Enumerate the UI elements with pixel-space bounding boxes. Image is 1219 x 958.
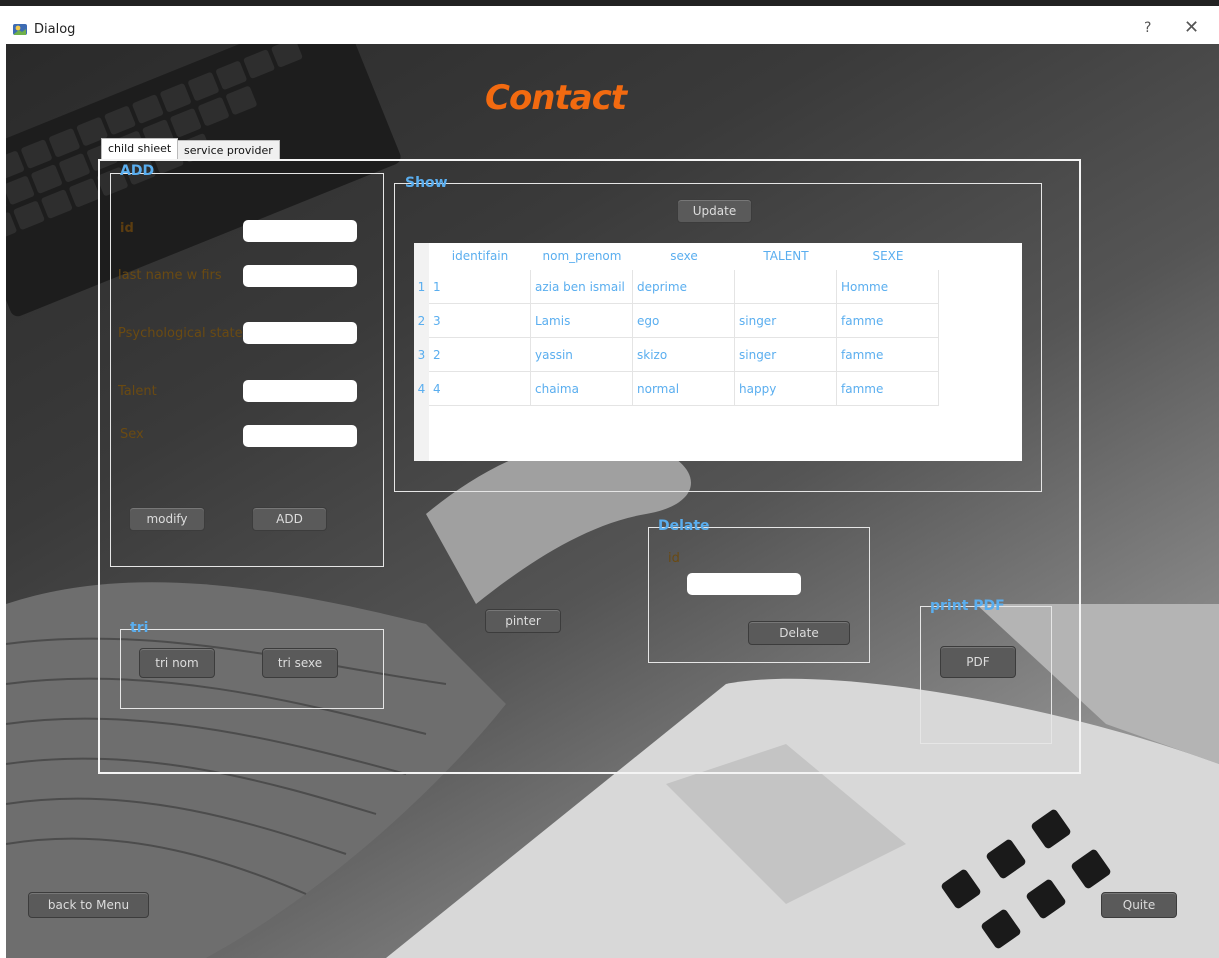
talent-label: Talent <box>118 384 157 399</box>
column-header[interactable]: SEXE <box>837 243 939 267</box>
table-cell[interactable]: deprime <box>633 270 735 304</box>
page-heading: Contact <box>485 78 627 118</box>
quit-button[interactable]: Quite <box>1101 892 1177 918</box>
table-cell[interactable]: normal <box>633 372 735 406</box>
row-number[interactable]: 3 <box>414 338 429 372</box>
table-cell[interactable]: 2 <box>429 338 531 372</box>
table-cell[interactable]: 1 <box>429 270 531 304</box>
back-to-menu-button[interactable]: back to Menu <box>28 892 149 918</box>
column-header[interactable]: nom_prenom <box>531 243 633 267</box>
pdf-button[interactable]: PDF <box>940 646 1016 678</box>
id-field[interactable] <box>243 220 357 242</box>
pdf-group-title: print PDF <box>930 598 1005 614</box>
id-label: id <box>120 221 134 236</box>
table-cell[interactable]: famme <box>837 304 939 338</box>
title-bar: Dialog ? ✕ <box>0 0 1219 44</box>
help-button[interactable]: ? <box>1144 20 1151 36</box>
table-cell[interactable]: yassin <box>531 338 633 372</box>
window-title: Dialog <box>34 22 76 37</box>
table-cell[interactable]: ego <box>633 304 735 338</box>
close-button[interactable]: ✕ <box>1184 17 1199 38</box>
records-table[interactable]: identifain nom_prenom sexe TALENT SEXE 1… <box>414 243 1022 461</box>
row-number[interactable]: 2 <box>414 304 429 338</box>
table-cell[interactable]: happy <box>735 372 837 406</box>
delete-button[interactable]: Delate <box>748 621 850 645</box>
table-cell[interactable]: azia ben ismail <box>531 270 633 304</box>
table-cell[interactable]: Lamis <box>531 304 633 338</box>
table-cell[interactable]: famme <box>837 338 939 372</box>
update-button[interactable]: Update <box>677 199 752 223</box>
psych-label: Psychological state <box>118 326 243 341</box>
row-number[interactable]: 4 <box>414 372 429 406</box>
table-cell[interactable]: singer <box>735 304 837 338</box>
psych-field[interactable] <box>243 322 357 344</box>
add-group-title: ADD <box>120 163 155 179</box>
delete-id-field[interactable] <box>687 573 801 595</box>
column-header[interactable]: identifain <box>429 243 531 267</box>
tri-sexe-button[interactable]: tri sexe <box>262 648 338 678</box>
modify-button[interactable]: modify <box>129 507 205 531</box>
tab-service-provider[interactable]: service provider <box>177 140 280 160</box>
row-number[interactable]: 1 <box>414 270 429 304</box>
tri-nom-button[interactable]: tri nom <box>139 648 215 678</box>
table-cell[interactable]: chaima <box>531 372 633 406</box>
delete-id-label: id <box>668 551 680 566</box>
sex-field[interactable] <box>243 425 357 447</box>
table-cell[interactable]: 4 <box>429 372 531 406</box>
show-group-title: Show <box>405 175 448 191</box>
table-cell[interactable] <box>735 270 837 304</box>
talent-field[interactable] <box>243 380 357 402</box>
table-cell[interactable]: singer <box>735 338 837 372</box>
tri-group-title: tri <box>130 620 149 636</box>
app-icon <box>13 24 27 35</box>
pinter-button[interactable]: pinter <box>485 609 561 633</box>
delete-group-title: Delate <box>658 518 710 534</box>
table-cell[interactable]: skizo <box>633 338 735 372</box>
table-cell[interactable]: 3 <box>429 304 531 338</box>
name-label: last name w firs <box>118 268 222 283</box>
sex-label: Sex <box>120 427 144 442</box>
tab-child-sheet[interactable]: child shieet <box>101 138 179 160</box>
column-header[interactable]: sexe <box>633 243 735 267</box>
column-header[interactable]: TALENT <box>735 243 837 267</box>
window-top-strip <box>0 0 1219 6</box>
table-cell[interactable]: Homme <box>837 270 939 304</box>
table-cell[interactable]: famme <box>837 372 939 406</box>
name-field[interactable] <box>243 265 357 287</box>
add-button[interactable]: ADD <box>252 507 327 531</box>
